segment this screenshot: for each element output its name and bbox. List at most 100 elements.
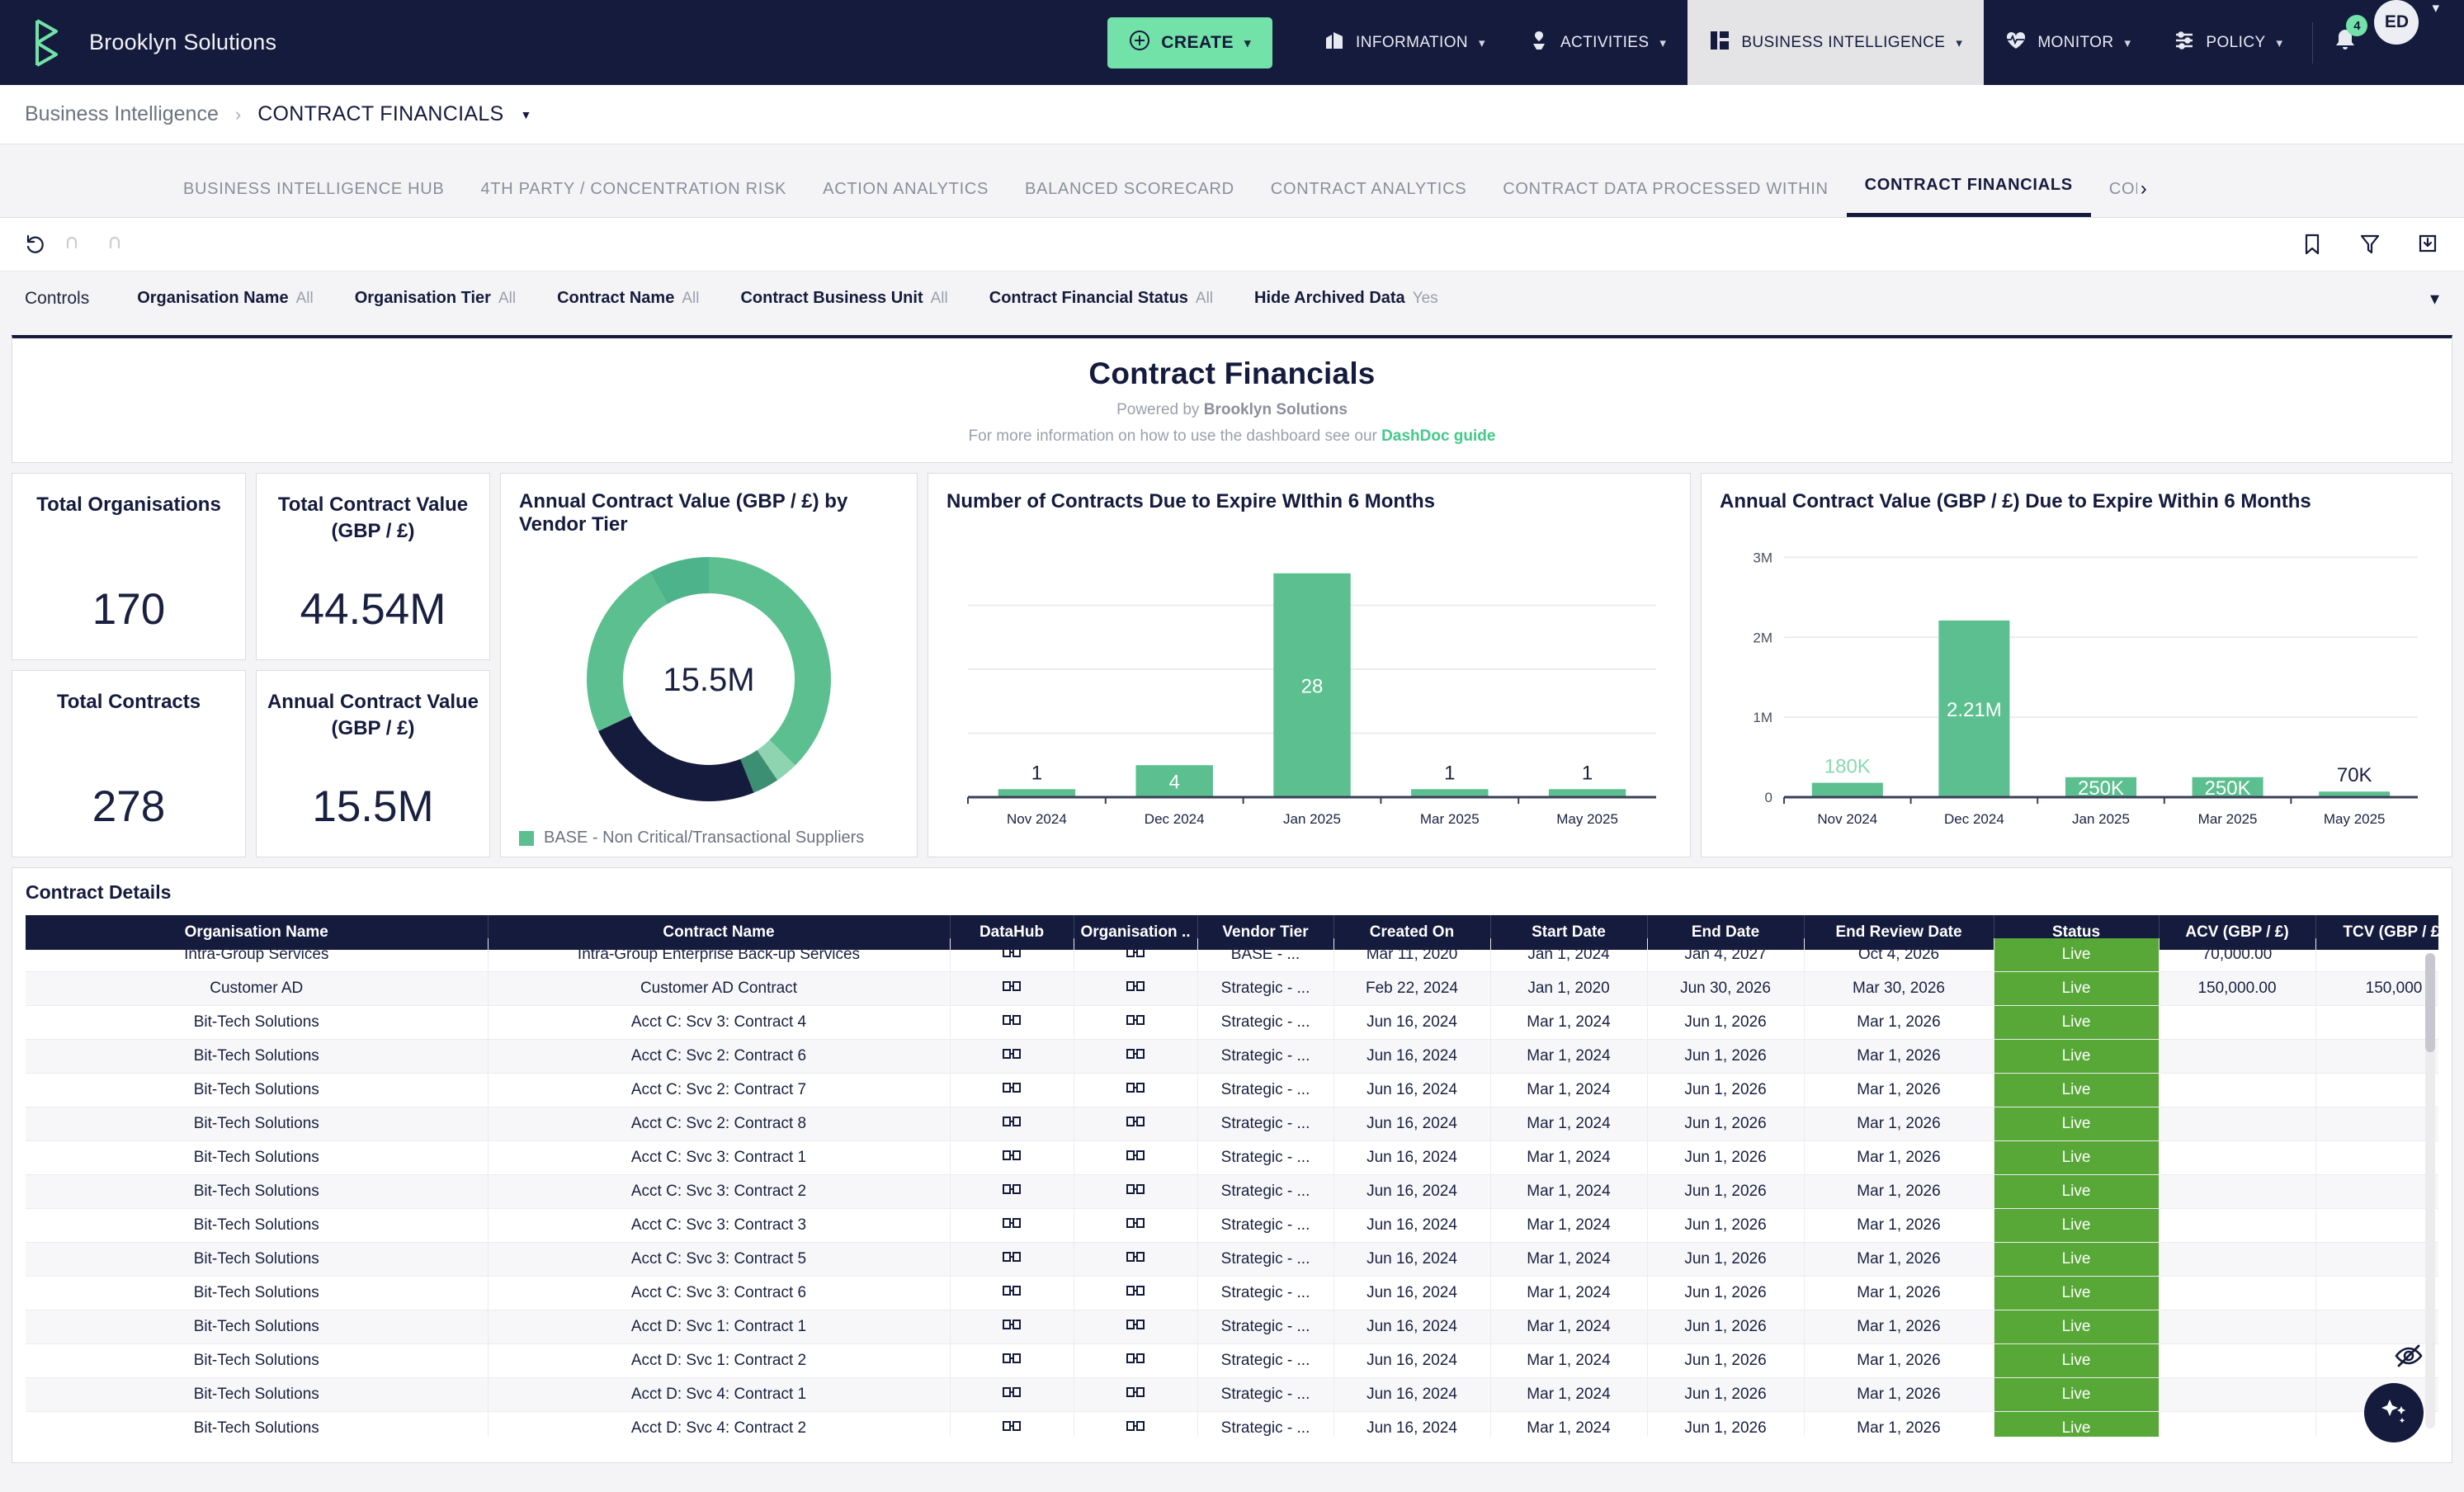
filter-contract-financial-status[interactable]: Contract Financial Status All bbox=[989, 289, 1213, 308]
link-icon[interactable] bbox=[1126, 1284, 1145, 1302]
link-icon[interactable] bbox=[1003, 1013, 1021, 1032]
link-icon[interactable] bbox=[1126, 1149, 1145, 1167]
chevron-down-icon[interactable]: ▾ bbox=[2430, 288, 2439, 309]
table-row[interactable]: Bit-Tech Solutions Acct C: Svc 3: Contrac… bbox=[26, 1140, 2438, 1175]
notifications-button[interactable]: 4 bbox=[2321, 0, 2369, 85]
donut-slice[interactable] bbox=[587, 572, 668, 732]
kpi-total-contract-value[interactable]: Total Contract Value (GBP / £) 44.54M bbox=[256, 473, 490, 660]
link-icon[interactable] bbox=[1126, 1115, 1145, 1133]
nav-item-policy[interactable]: POLICY ▾ bbox=[2152, 0, 2304, 85]
avatar[interactable]: ED bbox=[2374, 0, 2419, 45]
link-icon[interactable] bbox=[1126, 1013, 1145, 1032]
tab-4th-party-concentration-risk[interactable]: 4TH PARTY / CONCENTRATION RISK bbox=[462, 180, 805, 217]
bar[interactable] bbox=[1811, 782, 1883, 797]
link-icon[interactable] bbox=[1003, 1149, 1021, 1167]
tab-balanced-scorecard[interactable]: BALANCED SCORECARD bbox=[1007, 180, 1253, 217]
table-row[interactable]: Bit-Tech Solutions Acct C: Svc 3: Contrac… bbox=[26, 1174, 2438, 1209]
link-icon[interactable] bbox=[1003, 1047, 1021, 1065]
link-icon[interactable] bbox=[1126, 1318, 1145, 1336]
chart-acv-by-vendor-tier[interactable]: Annual Contract Value (GBP / £) by Vendo… bbox=[500, 473, 918, 857]
table-row[interactable]: Bit-Tech Solutions Acct D: Svc 4: Contrac… bbox=[26, 1411, 2438, 1437]
cell-start-date: Mar 1, 2024 bbox=[1490, 1310, 1648, 1344]
table-row[interactable]: Bit-Tech Solutions Acct C: Svc 3: Contrac… bbox=[26, 1276, 2438, 1310]
undo-arrow-icon[interactable] bbox=[64, 234, 84, 254]
link-icon[interactable] bbox=[1126, 1352, 1145, 1370]
link-icon[interactable] bbox=[1003, 1081, 1021, 1099]
table-row[interactable]: Bit-Tech Solutions Acct D: Svc 1: Contrac… bbox=[26, 1343, 2438, 1378]
table-row[interactable]: Bit-Tech Solutions Acct C: Svc 2: Contrac… bbox=[26, 1107, 2438, 1141]
tab-contract-next-partial[interactable]: CON bbox=[2091, 180, 2137, 217]
filter-contract-business-unit[interactable]: Contract Business Unit All bbox=[740, 289, 947, 308]
chevron-down-icon[interactable]: ▾ bbox=[2432, 0, 2439, 85]
assistant-fab-button[interactable] bbox=[2364, 1383, 2424, 1442]
kpi-annual-contract-value[interactable]: Annual Contract Value (GBP / £) 15.5M bbox=[256, 670, 490, 857]
create-button[interactable]: CREATE ▾ bbox=[1107, 17, 1273, 68]
link-icon[interactable] bbox=[1003, 1284, 1021, 1302]
dashdoc-guide-link[interactable]: DashDoc guide bbox=[1381, 427, 1495, 445]
link-icon[interactable] bbox=[1003, 980, 1021, 998]
link-icon[interactable] bbox=[1126, 946, 1145, 964]
scrollbar-thumb[interactable] bbox=[2425, 953, 2435, 1052]
filter-organisation-name[interactable]: Organisation Name All bbox=[137, 289, 314, 308]
download-box-icon[interactable] bbox=[2416, 233, 2439, 256]
link-icon[interactable] bbox=[1003, 946, 1021, 964]
nav-item-monitor[interactable]: MONITOR ▾ bbox=[1984, 0, 2152, 85]
eye-off-icon[interactable] bbox=[2394, 1341, 2424, 1375]
table-vertical-scrollbar[interactable] bbox=[2425, 953, 2435, 1428]
link-icon[interactable] bbox=[1003, 1216, 1021, 1235]
link-icon[interactable] bbox=[1003, 1183, 1021, 1201]
link-icon[interactable] bbox=[1126, 1419, 1145, 1437]
link-icon[interactable] bbox=[1003, 1318, 1021, 1336]
table-row[interactable]: Bit-Tech Solutions Acct C: Svc 3: Contrac… bbox=[26, 1208, 2438, 1243]
table-row[interactable]: Customer AD Customer AD Contract Strategic… bbox=[26, 971, 2438, 1006]
bookmark-icon[interactable] bbox=[2301, 233, 2324, 256]
breadcrumb-root[interactable]: Business Intelligence bbox=[25, 102, 219, 126]
link-icon[interactable] bbox=[1126, 1216, 1145, 1235]
filter-hide-archived-data[interactable]: Hide Archived Data Yes bbox=[1254, 289, 1438, 308]
funnel-icon[interactable] bbox=[2358, 233, 2381, 256]
triangle-down-icon[interactable]: ▼ bbox=[521, 108, 532, 121]
link-icon[interactable] bbox=[1126, 1183, 1145, 1201]
table-row[interactable]: Intra-Group Services Intra-Group Enterpri… bbox=[26, 938, 2438, 972]
kpi-total-organisations[interactable]: Total Organisations 170 bbox=[12, 473, 246, 660]
cell-end-review-date: Mar 1, 2026 bbox=[1804, 1310, 1994, 1344]
link-icon[interactable] bbox=[1126, 980, 1145, 998]
donut-slice[interactable] bbox=[598, 715, 754, 801]
chart-contracts-due-to-expire[interactable]: Number of Contracts Due to Expire WIthin… bbox=[928, 473, 1691, 857]
table-row[interactable]: Bit-Tech Solutions Acct D: Svc 1: Contrac… bbox=[26, 1310, 2438, 1344]
brand[interactable]: Brooklyn Solutions bbox=[0, 18, 276, 68]
breadcrumb-current[interactable]: CONTRACT FINANCIALS bbox=[257, 102, 503, 126]
link-icon[interactable] bbox=[1003, 1115, 1021, 1133]
link-icon[interactable] bbox=[1003, 1250, 1021, 1268]
tab-business-intelligence-hub[interactable]: BUSINESS INTELLIGENCE HUB bbox=[165, 180, 462, 217]
chart-acv-due-to-expire[interactable]: Annual Contract Value (GBP / £) Due to E… bbox=[1701, 473, 2452, 857]
table-row[interactable]: Bit-Tech Solutions Acct C: Svc 3: Contrac… bbox=[26, 1242, 2438, 1277]
undo-circle-icon[interactable] bbox=[25, 234, 46, 255]
filter-contract-name[interactable]: Contract Name All bbox=[557, 289, 699, 308]
table-row[interactable]: Bit-Tech Solutions Acct C: Scv 3: Contrac… bbox=[26, 1005, 2438, 1040]
link-icon[interactable] bbox=[1126, 1081, 1145, 1099]
kpi-total-contracts[interactable]: Total Contracts 278 bbox=[12, 670, 246, 857]
link-icon[interactable] bbox=[1126, 1250, 1145, 1268]
link-icon[interactable] bbox=[1003, 1386, 1021, 1404]
table-row[interactable]: Bit-Tech Solutions Acct D: Svc 4: Contrac… bbox=[26, 1377, 2438, 1412]
filter-organisation-tier[interactable]: Organisation Tier All bbox=[355, 289, 516, 308]
chevron-right-icon[interactable]: › bbox=[2137, 177, 2155, 217]
link-icon[interactable] bbox=[1003, 1419, 1021, 1437]
tab-contract-data-processed-within[interactable]: CONTRACT DATA PROCESSED WITHIN bbox=[1485, 180, 1846, 217]
link-icon[interactable] bbox=[1003, 1352, 1021, 1370]
table-row[interactable]: Bit-Tech Solutions Acct C: Svc 2: Contrac… bbox=[26, 1039, 2438, 1074]
tab-contract-analytics[interactable]: CONTRACT ANALYTICS bbox=[1253, 180, 1485, 217]
link-icon[interactable] bbox=[1126, 1047, 1145, 1065]
tab-contract-financials[interactable]: CONTRACT FINANCIALS bbox=[1846, 176, 2091, 217]
table-scroll-area[interactable]: Organisation Name Contract Name DataHub Org… bbox=[26, 915, 2438, 1437]
nav-item-activities[interactable]: ACTIVITIES ▾ bbox=[1507, 0, 1688, 85]
cell-tcv bbox=[2315, 1107, 2438, 1141]
link-icon[interactable] bbox=[1126, 1386, 1145, 1404]
cell-organisation-name: Customer AD bbox=[26, 971, 489, 1006]
tab-action-analytics[interactable]: ACTION ANALYTICS bbox=[805, 180, 1007, 217]
table-row[interactable]: Bit-Tech Solutions Acct C: Svc 2: Contrac… bbox=[26, 1073, 2438, 1107]
redo-arrow-icon[interactable] bbox=[102, 234, 122, 254]
nav-item-business-intelligence[interactable]: BUSINESS INTELLIGENCE ▾ bbox=[1688, 0, 1985, 85]
nav-item-information[interactable]: INFORMATION ▾ bbox=[1302, 0, 1507, 85]
